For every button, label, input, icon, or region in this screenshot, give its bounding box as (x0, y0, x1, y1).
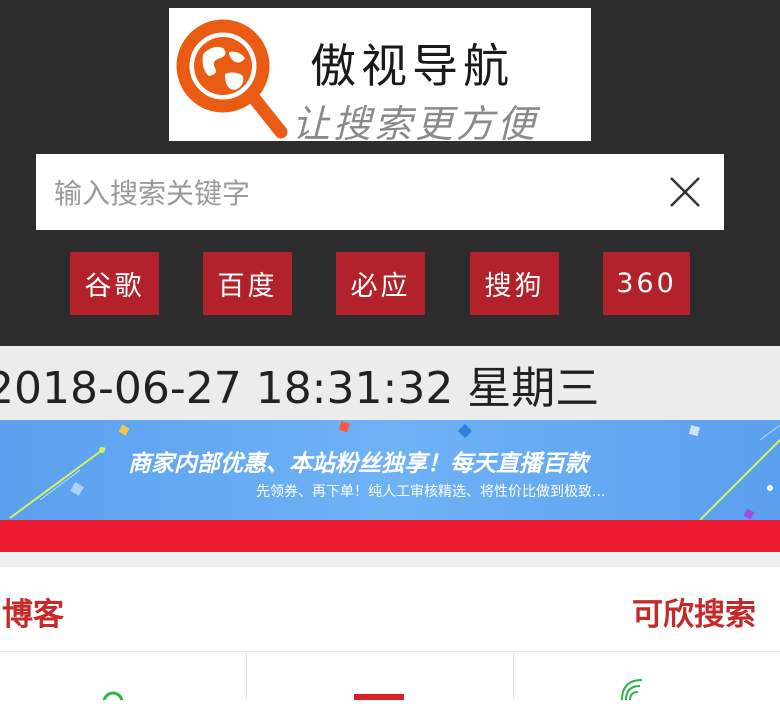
engine-google-button[interactable]: 谷歌 (70, 252, 159, 315)
shortcut-cell-wechat[interactable] (0, 652, 246, 704)
date-bar: 2018-06-27 18:31:32 星期三 (0, 346, 780, 420)
wechat-icon (102, 691, 124, 704)
engine-bing-button[interactable]: 必应 (336, 252, 425, 315)
kexin-search-link[interactable]: 可欣搜索 (632, 589, 756, 634)
engine-sogou-button[interactable]: 搜狗 (470, 252, 559, 315)
gray-divider-bar (0, 552, 780, 567)
close-icon (670, 177, 700, 207)
engine-360-button[interactable]: 360 (603, 252, 690, 315)
site-logo[interactable]: 傲视导航 让搜索更方便 (169, 8, 591, 141)
logo-title: 傲视导航 (310, 39, 514, 93)
header: 傲视导航 让搜索更方便 谷歌 百度 必应 搜狗 360 (0, 0, 780, 346)
section-links-row: 博客 可欣搜索 (0, 567, 780, 652)
search-engine-bar: 谷歌 百度 必应 搜狗 360 (0, 252, 780, 315)
shortcut-grid (0, 652, 780, 704)
shortcut-cell-weibo[interactable] (247, 652, 513, 702)
rss-icon (621, 679, 643, 701)
clear-search-button[interactable] (667, 174, 703, 210)
globe-magnifier-icon (176, 19, 288, 139)
promo-banner[interactable]: 商家内部优惠、本站粉丝独享！每天直播百款 先领券、再下单！纯人工审核精选、将性价… (0, 420, 780, 520)
search-box (36, 154, 724, 230)
banner-subtitle: 先领券、再下单！纯人工审核精选、将性价比做到极致... (256, 484, 606, 500)
engine-baidu-button[interactable]: 百度 (203, 252, 292, 315)
shortcut-cell-rss[interactable] (514, 652, 780, 701)
logo-slogan: 让搜索更方便 (292, 102, 539, 141)
blog-link[interactable]: 博客 (2, 589, 64, 634)
search-input[interactable] (52, 166, 656, 220)
banner-title: 商家内部优惠、本站粉丝独享！每天直播百款 (128, 451, 588, 477)
weibo-icon (354, 694, 404, 702)
red-divider-bar (0, 520, 780, 552)
datetime-display: 2018-06-27 18:31:32 星期三 (0, 363, 600, 414)
